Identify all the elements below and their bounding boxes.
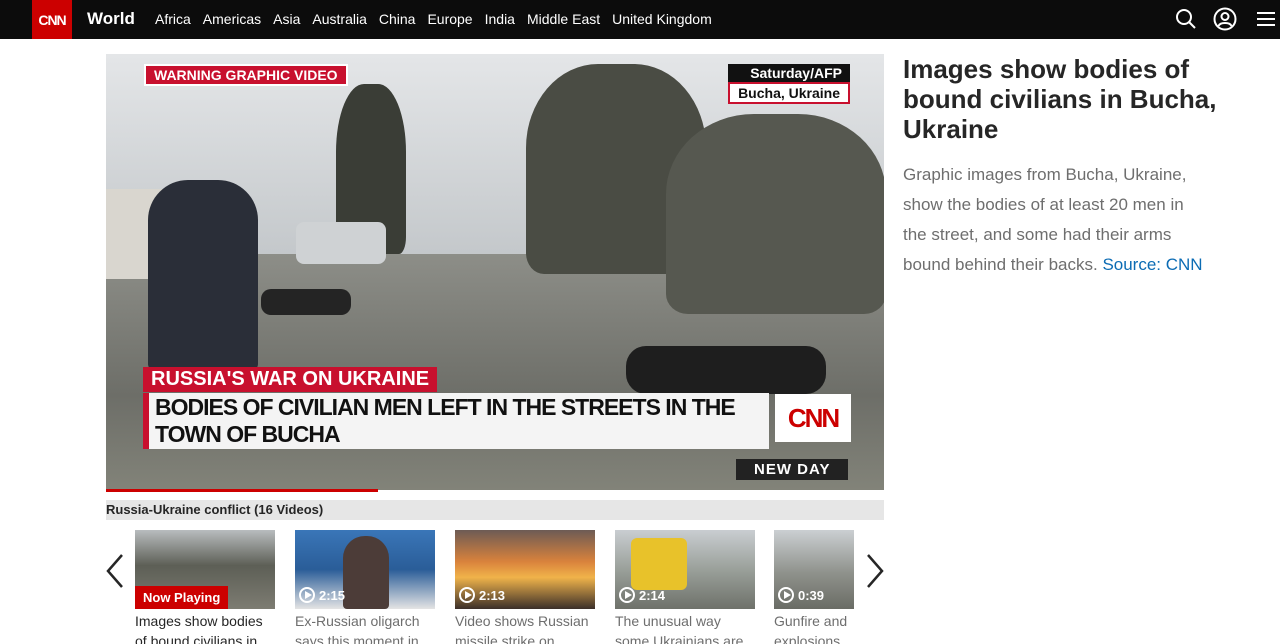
warning-label: WARNING GRAPHIC VIDEO <box>144 64 348 86</box>
thumb-person <box>343 536 389 609</box>
playlist-title: Russia-Ukraine conflict (16 Videos) <box>106 500 884 520</box>
carousel-caption-5[interactable]: Gunfire and explosions di <box>774 611 854 644</box>
cnn-bug-logo: CNN <box>775 394 851 442</box>
search-icon[interactable] <box>1174 7 1198 31</box>
video-description: Graphic images from Bucha, Ukraine, show… <box>903 160 1203 280</box>
play-icon <box>459 587 475 603</box>
carousel-caption-2[interactable]: Ex-Russian oligarch says this moment in <box>295 611 435 644</box>
nav-link-asia[interactable]: Asia <box>273 11 300 27</box>
video-duration: 2:13 <box>459 587 505 603</box>
account-icon[interactable] <box>1213 7 1237 31</box>
image-credit: Saturday/AFP Bucha, Ukraine <box>728 64 850 104</box>
duration-text: 2:15 <box>319 587 346 603</box>
banner-headline: BODIES OF CIVILIAN MEN LEFT IN THE STREE… <box>155 394 736 447</box>
carousel-thumb-1[interactable]: Now Playing <box>135 530 275 609</box>
source-link[interactable]: Source: CNN <box>1102 255 1202 274</box>
nav-link-middle-east[interactable]: Middle East <box>527 11 600 27</box>
play-icon <box>299 587 315 603</box>
nav-link-africa[interactable]: Africa <box>155 11 191 27</box>
video-frame-figure <box>261 289 351 315</box>
play-icon <box>619 587 635 603</box>
duration-text: 0:39 <box>798 587 825 603</box>
video-player[interactable]: WARNING GRAPHIC VIDEO Saturday/AFP Bucha… <box>106 54 884 490</box>
carousel-thumb-5[interactable]: 0:39 <box>774 530 854 609</box>
carousel-prev-arrow[interactable] <box>104 552 126 590</box>
carousel-thumb-3[interactable]: 2:13 <box>455 530 595 609</box>
section-title[interactable]: World <box>87 9 135 29</box>
video-frame-car <box>296 222 386 264</box>
credit-line-2: Bucha, Ukraine <box>728 82 850 104</box>
banner-topic: RUSSIA'S WAR ON UKRAINE <box>143 367 438 392</box>
video-headline: Images show bodies of bound civilians in… <box>903 54 1217 144</box>
video-frame-person <box>148 180 258 370</box>
video-duration: 2:15 <box>299 587 345 603</box>
top-nav: CNN World Africa Americas Asia Australia… <box>0 0 1280 39</box>
carousel-thumb-2[interactable]: 2:15 <box>295 530 435 609</box>
carousel-caption-1[interactable]: Images show bodies of bound civilians in <box>135 611 275 644</box>
nav-link-europe[interactable]: Europe <box>427 11 472 27</box>
duration-text: 2:13 <box>479 587 506 603</box>
carousel-caption-3[interactable]: Video shows Russian missile strike on <box>455 611 595 644</box>
nav-link-india[interactable]: India <box>485 11 515 27</box>
thumb-bus <box>631 538 687 590</box>
play-icon <box>778 587 794 603</box>
nav-link-china[interactable]: China <box>379 11 416 27</box>
nav-links: Africa Americas Asia Australia China Eur… <box>155 11 724 27</box>
video-duration: 0:39 <box>778 587 824 603</box>
video-frame-tree <box>666 114 884 314</box>
nav-link-australia[interactable]: Australia <box>312 11 366 27</box>
carousel-next-arrow[interactable] <box>864 552 886 590</box>
now-playing-badge: Now Playing <box>135 586 229 609</box>
video-progress-bar[interactable] <box>106 489 379 492</box>
banner-headline-box: BODIES OF CIVILIAN MEN LEFT IN THE STREE… <box>143 393 769 449</box>
show-label: NEW DAY <box>736 459 849 480</box>
video-frame-figure <box>626 346 826 394</box>
video-duration: 2:14 <box>619 587 665 603</box>
nav-link-americas[interactable]: Americas <box>203 11 261 27</box>
menu-icon[interactable] <box>1254 7 1278 31</box>
nav-link-united-kingdom[interactable]: United Kingdom <box>612 11 712 27</box>
cnn-logo[interactable]: CNN <box>32 0 72 39</box>
duration-text: 2:14 <box>639 587 666 603</box>
carousel-caption-4[interactable]: The unusual way some Ukrainians are <box>615 611 755 644</box>
credit-line-1: Saturday/AFP <box>728 64 850 82</box>
carousel-thumb-4[interactable]: 2:14 <box>615 530 755 609</box>
